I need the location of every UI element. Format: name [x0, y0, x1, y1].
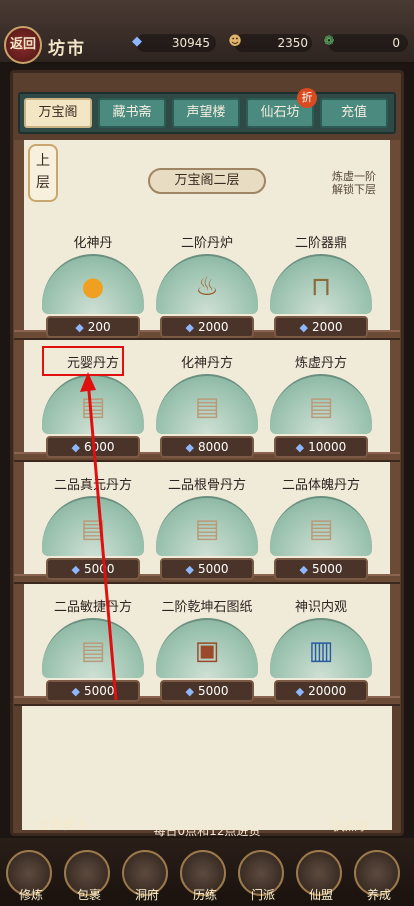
restock-notice: 每日0点和12点进货: [153, 824, 261, 838]
nav-label: 门派: [250, 888, 275, 902]
nav-bag[interactable]: 包裹: [64, 850, 110, 902]
nav-sect[interactable]: 门派: [238, 850, 284, 902]
nav-label: 仙盟: [308, 888, 333, 902]
nav-label: 修炼: [18, 888, 43, 902]
nav-nurture[interactable]: 养成: [354, 850, 400, 902]
nav-label: 养成: [366, 888, 391, 902]
nav-label: 历练: [192, 888, 217, 902]
nav-label: 包裹: [76, 888, 101, 902]
nav-label: 洞府: [134, 888, 159, 902]
annotation-arrow: [80, 372, 118, 701]
nav-cave[interactable]: 洞府: [122, 850, 168, 902]
nav-training[interactable]: 历练: [180, 850, 226, 902]
nav-alliance[interactable]: 仙盟: [296, 850, 342, 902]
nav-cultivate[interactable]: 修炼: [6, 850, 52, 902]
